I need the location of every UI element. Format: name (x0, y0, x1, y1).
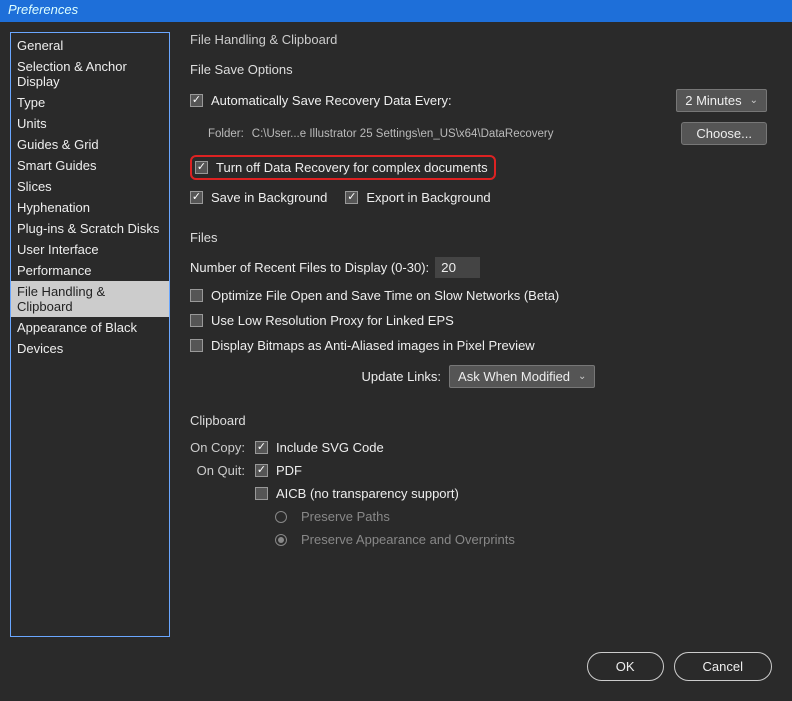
cancel-button[interactable]: Cancel (674, 652, 772, 681)
row-aicb: AICB (no transparency support) (190, 486, 767, 501)
label-pdf: PDF (276, 463, 302, 478)
row-on-quit-pdf: On Quit: PDF (190, 463, 767, 478)
label-preserve-paths: Preserve Paths (301, 509, 390, 524)
row-preserve-appearance: Preserve Appearance and Overprints (190, 532, 767, 547)
checkbox-export-bg[interactable] (345, 191, 358, 204)
files-title: Files (190, 230, 767, 245)
checkbox-aicb[interactable] (255, 487, 268, 500)
folder-label: Folder: (208, 128, 244, 140)
label-export-bg: Export in Background (366, 190, 490, 205)
label-save-bg: Save in Background (211, 190, 327, 205)
label-update-links: Update Links: (362, 369, 442, 384)
checkbox-lowres[interactable] (190, 314, 203, 327)
sidebar-item-file-handling-clipboard[interactable]: File Handling & Clipboard (11, 281, 169, 317)
sidebar-item-plug-ins-scratch-disks[interactable]: Plug-ins & Scratch Disks (11, 218, 169, 239)
sidebar-item-type[interactable]: Type (11, 92, 169, 113)
file-save-title: File Save Options (190, 62, 767, 77)
row-auto-save: Automatically Save Recovery Data Every: … (190, 89, 767, 112)
chevron-down-icon: ⌄ (750, 95, 758, 106)
checkbox-optimize[interactable] (190, 289, 203, 302)
sidebar-item-guides-grid[interactable]: Guides & Grid (11, 134, 169, 155)
section-file-save: File Save Options Automatically Save Rec… (190, 62, 767, 205)
row-turn-off: Turn off Data Recovery for complex docum… (190, 155, 767, 180)
sidebar-item-user-interface[interactable]: User Interface (11, 239, 169, 260)
checkbox-pdf[interactable] (255, 464, 268, 477)
checkbox-auto-save[interactable] (190, 94, 203, 107)
radio-preserve-paths (275, 511, 287, 523)
section-clipboard: Clipboard On Copy: Include SVG Code On Q… (190, 413, 767, 547)
choose-button[interactable]: Choose... (681, 122, 767, 145)
checkbox-turn-off[interactable] (195, 161, 208, 174)
row-on-copy: On Copy: Include SVG Code (190, 440, 767, 455)
label-optimize: Optimize File Open and Save Time on Slow… (211, 288, 559, 303)
input-recent[interactable] (435, 257, 480, 278)
row-lowres: Use Low Resolution Proxy for Linked EPS (190, 313, 767, 328)
row-folder: Folder: C:\User...e Illustrator 25 Setti… (190, 122, 767, 145)
select-update-links[interactable]: Ask When Modified ⌄ (449, 365, 595, 388)
label-turn-off: Turn off Data Recovery for complex docum… (216, 160, 488, 175)
sidebar-item-smart-guides[interactable]: Smart Guides (11, 155, 169, 176)
sidebar-item-performance[interactable]: Performance (11, 260, 169, 281)
checkbox-bitmaps[interactable] (190, 339, 203, 352)
content-area: GeneralSelection & Anchor DisplayTypeUni… (10, 32, 772, 637)
folder-path: C:\User...e Illustrator 25 Settings\en_U… (252, 128, 554, 140)
sidebar-item-appearance-of-black[interactable]: Appearance of Black (11, 317, 169, 338)
select-interval-value: 2 Minutes (685, 93, 741, 108)
sidebar-item-units[interactable]: Units (11, 113, 169, 134)
label-auto-save: Automatically Save Recovery Data Every: (211, 93, 452, 108)
window-title: Preferences (8, 2, 78, 17)
row-update-links: Update Links: Ask When Modified ⌄ (190, 365, 767, 388)
preferences-dialog: GeneralSelection & Anchor DisplayTypeUni… (0, 22, 792, 701)
label-aicb: AICB (no transparency support) (276, 486, 459, 501)
label-recent: Number of Recent Files to Display (0-30)… (190, 260, 429, 275)
row-preserve-paths: Preserve Paths (190, 509, 767, 524)
ok-button[interactable]: OK (587, 652, 664, 681)
label-on-copy: On Copy: (190, 440, 245, 455)
clipboard-title: Clipboard (190, 413, 767, 428)
chevron-down-icon: ⌄ (578, 371, 586, 382)
row-optimize: Optimize File Open and Save Time on Slow… (190, 288, 767, 303)
select-update-links-value: Ask When Modified (458, 369, 570, 384)
label-lowres: Use Low Resolution Proxy for Linked EPS (211, 313, 454, 328)
sidebar-item-hyphenation[interactable]: Hyphenation (11, 197, 169, 218)
checkbox-save-bg[interactable] (190, 191, 203, 204)
row-bg-options: Save in Background Export in Background (190, 190, 767, 205)
row-recent: Number of Recent Files to Display (0-30)… (190, 257, 767, 278)
sidebar-item-general[interactable]: General (11, 35, 169, 56)
label-svg: Include SVG Code (276, 440, 384, 455)
checkbox-svg[interactable] (255, 441, 268, 454)
dialog-footer: OK Cancel (10, 637, 772, 681)
radio-preserve-appearance (275, 534, 287, 546)
label-preserve-appearance: Preserve Appearance and Overprints (301, 532, 515, 547)
panel-title: File Handling & Clipboard (190, 32, 767, 47)
label-bitmaps: Display Bitmaps as Anti-Aliased images i… (211, 338, 535, 353)
row-bitmaps: Display Bitmaps as Anti-Aliased images i… (190, 338, 767, 353)
sidebar: GeneralSelection & Anchor DisplayTypeUni… (10, 32, 170, 637)
select-interval[interactable]: 2 Minutes ⌄ (676, 89, 767, 112)
sidebar-item-devices[interactable]: Devices (11, 338, 169, 359)
highlight-turn-off: Turn off Data Recovery for complex docum… (190, 155, 496, 180)
sidebar-item-slices[interactable]: Slices (11, 176, 169, 197)
main-panel: File Handling & Clipboard File Save Opti… (185, 32, 772, 637)
sidebar-item-selection-anchor-display[interactable]: Selection & Anchor Display (11, 56, 169, 92)
window-titlebar: Preferences (0, 0, 792, 22)
label-on-quit: On Quit: (190, 463, 245, 478)
section-files: Files Number of Recent Files to Display … (190, 230, 767, 388)
